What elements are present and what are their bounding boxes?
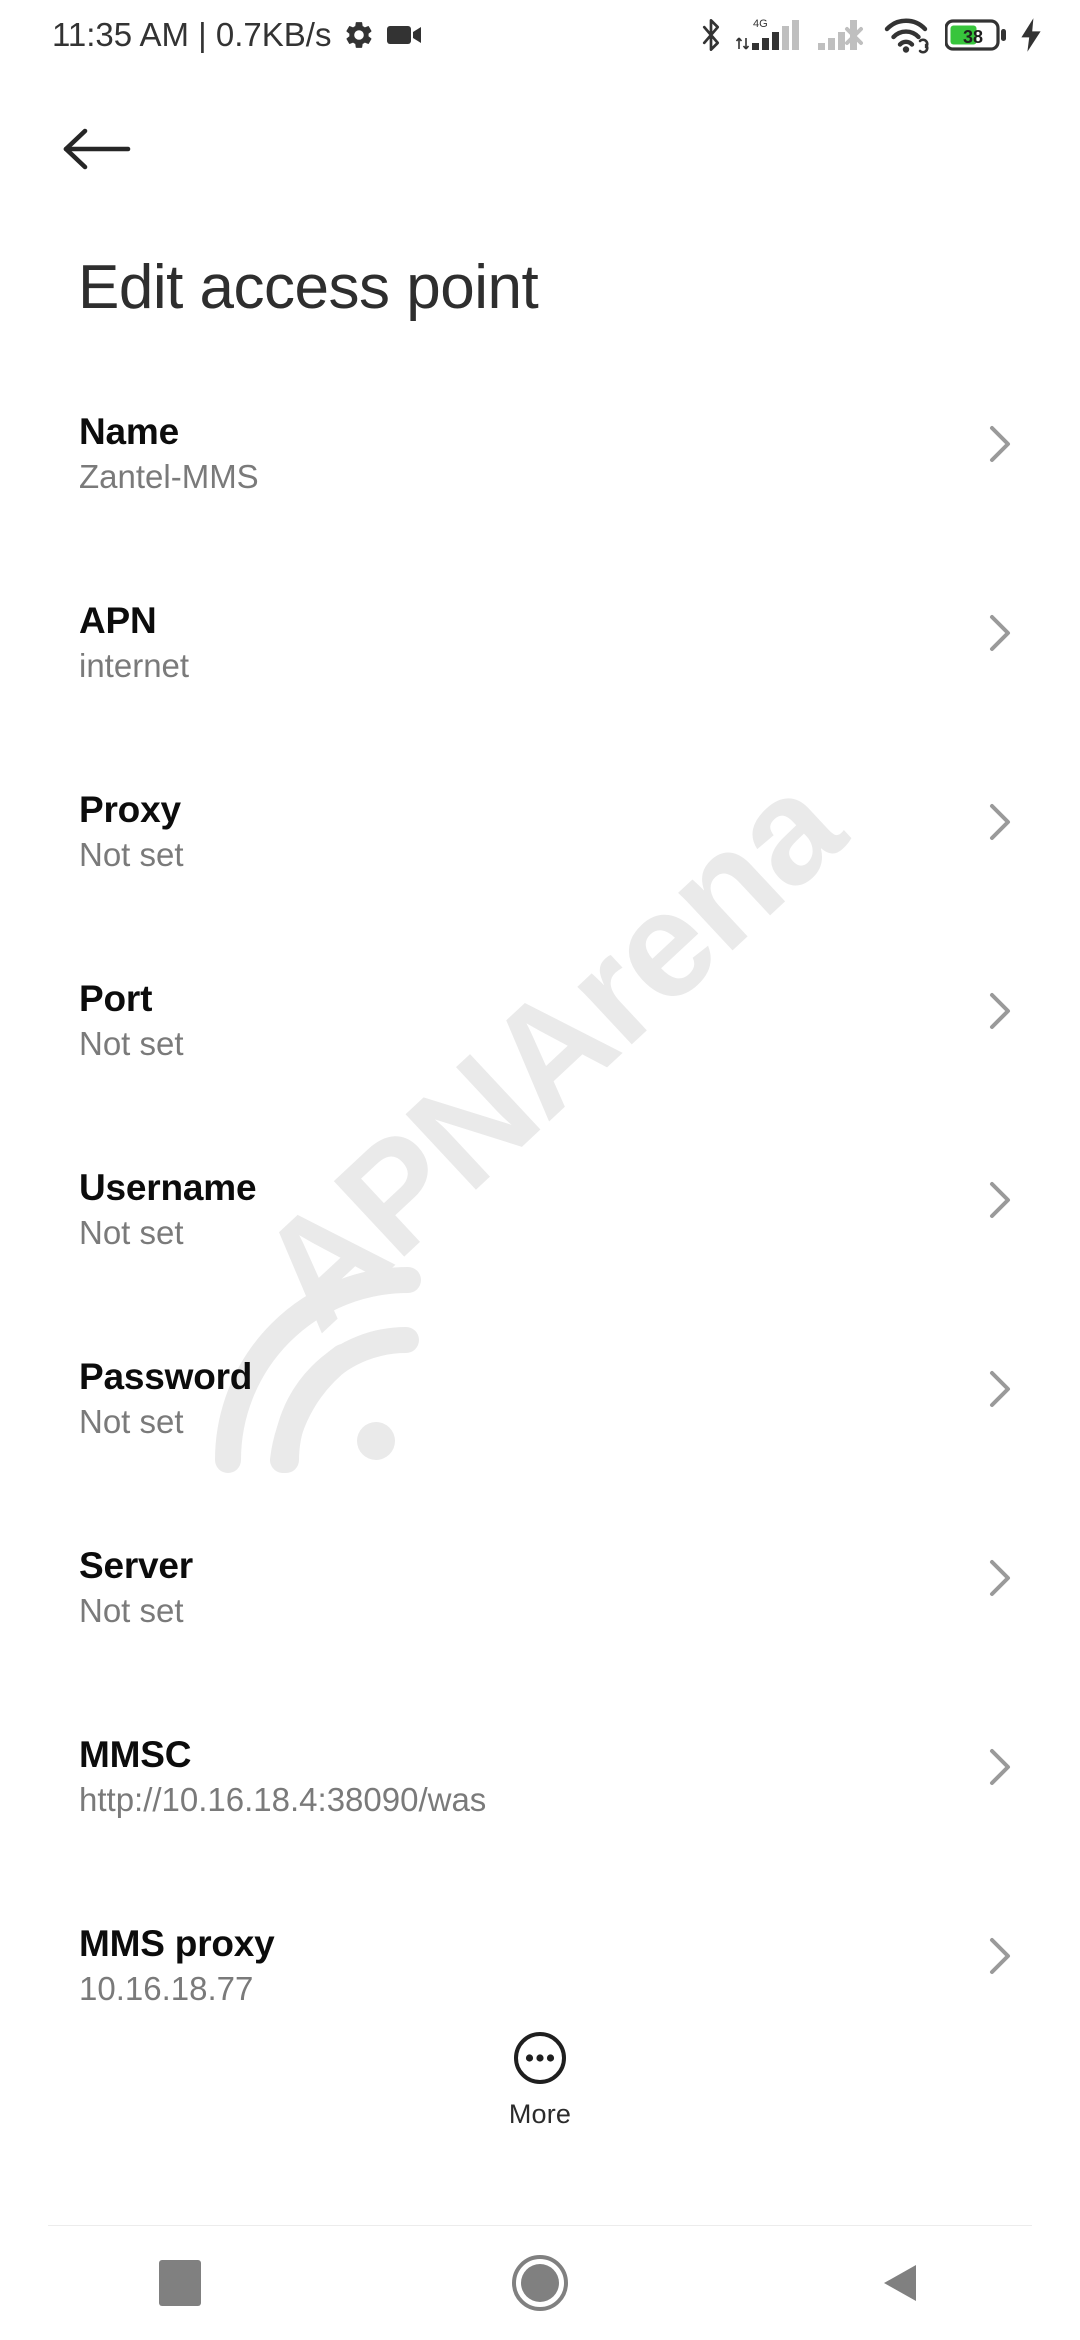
battery-icon: 38 [945, 19, 1006, 51]
field-label: MMSC [79, 1734, 192, 1775]
field-label: Proxy [79, 789, 181, 830]
chevron-right-icon [990, 426, 1010, 462]
chevron-right-icon [990, 1749, 1010, 1785]
field-value: internet [79, 647, 190, 684]
nav-recents-button[interactable] [0, 2226, 360, 2340]
bluetooth-icon [702, 19, 720, 51]
more-circle-icon [514, 2032, 566, 2084]
gear-icon [346, 22, 372, 48]
back-triangle-icon [884, 2265, 916, 2301]
status-clock: 11:35 AM | 0.7KB/s [52, 16, 332, 53]
list-item[interactable]: Username Not set [0, 1164, 1080, 1353]
chevron-right-icon [990, 804, 1010, 840]
field-label: APN [79, 600, 157, 641]
system-navigation-bar [0, 2226, 1080, 2340]
page-title: Edit access point [78, 253, 539, 322]
nav-home-button[interactable] [360, 2226, 720, 2340]
nav-back-button[interactable] [720, 2226, 1080, 2340]
battery-percent-label: 38 [963, 27, 983, 47]
chevron-right-icon [990, 1938, 1010, 1974]
field-label: Port [79, 978, 153, 1019]
list-item[interactable]: MMSC http://10.16.18.4:38090/was [0, 1731, 1080, 1920]
field-label: Password [79, 1356, 253, 1397]
more-button-label: More [508, 2099, 572, 2129]
list-item[interactable]: Password Not set [0, 1353, 1080, 1542]
field-label: Username [79, 1167, 257, 1208]
more-button[interactable]: More [0, 2030, 1080, 2130]
wifi-icon [884, 18, 929, 54]
chevron-right-icon [990, 1560, 1010, 1596]
list-item[interactable]: Port Not set [0, 975, 1080, 1164]
chevron-right-icon [990, 1182, 1010, 1218]
field-value: Not set [79, 1025, 184, 1062]
list-item[interactable]: Server Not set [0, 1542, 1080, 1731]
field-value: Zantel-MMS [79, 458, 259, 495]
charging-bolt-icon [1021, 18, 1041, 52]
access-point-field-list: Name Zantel-MMS APN internet Proxy Not s… [0, 408, 1080, 2109]
svg-text:4G: 4G [753, 18, 768, 30]
back-arrow-button[interactable] [60, 118, 136, 180]
recents-square-icon [159, 2260, 201, 2306]
home-circle-icon [512, 2255, 568, 2311]
status-bar-left: 11:35 AM | 0.7KB/s [52, 16, 423, 54]
video-camera-icon [387, 26, 422, 44]
signal-no-service-icon [818, 20, 863, 50]
field-label: Server [79, 1545, 194, 1586]
field-value: 10.16.18.77 [79, 1970, 254, 2007]
field-value: Not set [79, 1592, 184, 1629]
list-item[interactable]: Proxy Not set [0, 786, 1080, 975]
chevron-right-icon [990, 993, 1010, 1029]
field-value: http://10.16.18.4:38090/was [79, 1781, 487, 1818]
field-label: MMS proxy [79, 1923, 275, 1964]
list-item[interactable]: Name Zantel-MMS [0, 408, 1080, 597]
arrow-left-icon [63, 128, 131, 170]
signal-4g-icon: 4G [736, 18, 799, 50]
status-bar: 11:35 AM | 0.7KB/s 4G 38 [0, 0, 1080, 70]
list-item[interactable]: APN internet [0, 597, 1080, 786]
chevron-right-icon [990, 615, 1010, 651]
status-bar-right: 4G 38 [697, 0, 1044, 70]
field-label: Name [79, 411, 179, 452]
field-value: Not set [79, 836, 184, 873]
phone-screen: APNArena 11:35 AM | 0.7KB/s 4G 38 Edit a… [0, 0, 1080, 2340]
field-value: Not set [79, 1403, 184, 1440]
field-value: Not set [79, 1214, 184, 1251]
chevron-right-icon [990, 1371, 1010, 1407]
